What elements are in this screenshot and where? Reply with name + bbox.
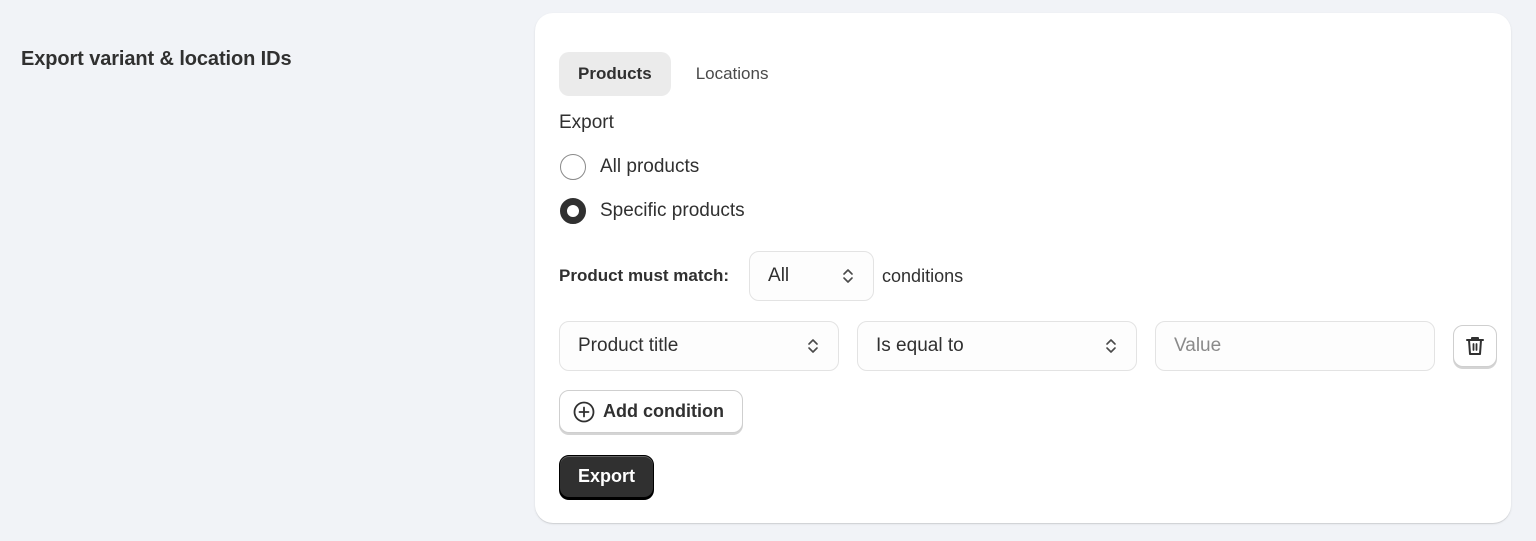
trash-icon xyxy=(1466,337,1484,355)
chevron-up-down-icon xyxy=(843,269,853,283)
condition-row: Product title Is equal to xyxy=(559,321,1497,371)
page: Export variant & location IDs Products L… xyxy=(0,0,1536,541)
tab-bar: Products Locations xyxy=(559,52,787,96)
condition-value-input[interactable] xyxy=(1155,321,1435,371)
condition-field-value: Product title xyxy=(578,335,679,356)
condition-operator-select[interactable]: Is equal to xyxy=(857,321,1137,371)
export-button[interactable]: Export xyxy=(559,455,655,498)
radio-all-products[interactable]: All products xyxy=(560,154,699,180)
condition-field-select[interactable]: Product title xyxy=(559,321,839,371)
radio-button-checked[interactable] xyxy=(560,198,586,224)
chevron-up-down-icon xyxy=(808,339,818,353)
tab-locations[interactable]: Locations xyxy=(677,52,788,96)
radio-label: All products xyxy=(600,156,700,177)
chevron-up-down-icon xyxy=(1106,339,1116,353)
tab-products[interactable]: Products xyxy=(559,52,671,96)
export-card: Products Locations Export All products S… xyxy=(535,13,1511,523)
match-row: Product must match: All conditions xyxy=(559,251,963,301)
radio-button-unchecked[interactable] xyxy=(560,154,586,180)
condition-operator-value: Is equal to xyxy=(876,335,964,356)
radio-specific-products[interactable]: Specific products xyxy=(560,198,745,224)
match-select[interactable]: All xyxy=(749,251,875,301)
match-suffix: conditions xyxy=(882,265,964,286)
plus-circle-icon xyxy=(573,401,595,422)
match-select-value: All xyxy=(768,265,790,286)
radio-label: Specific products xyxy=(600,200,745,221)
match-label: Product must match: xyxy=(559,266,730,285)
delete-condition-button[interactable] xyxy=(1453,325,1497,367)
section-title: Export variant & location IDs xyxy=(21,48,292,70)
add-condition-label: Add condition xyxy=(603,401,724,421)
add-condition-button[interactable]: Add condition xyxy=(559,390,743,433)
export-scope-label: Export xyxy=(559,112,614,133)
